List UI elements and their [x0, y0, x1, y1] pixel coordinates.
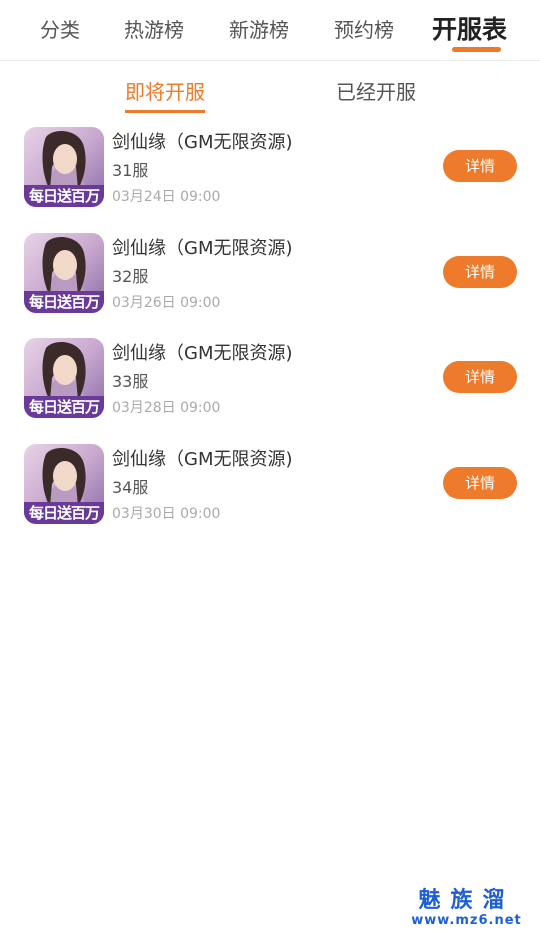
detail-button[interactable]: 详情 [443, 466, 517, 499]
game-name: 剑仙缘（GM无限资源) [112, 132, 293, 153]
game-icon-banner: 每日送百万 [28, 503, 100, 522]
game-icon-banner: 每日送百万 [28, 398, 100, 416]
game-icon-banner: 每日送百万 [28, 292, 100, 311]
open-time: 03月24日 09:00 [112, 189, 221, 205]
list-item[interactable]: 每日送百万 剑仙缘（GM无限资源) 31服 03月24日 09:00 详情 [0, 122, 540, 222]
tab-server-schedule-label: 开服表 [432, 15, 508, 44]
tab-server-schedule[interactable]: 开服表 [432, 10, 508, 52]
server-number: 33服 [112, 372, 149, 391]
game-name: 剑仙缘（GM无限资源) [112, 448, 293, 470]
tab-new-games[interactable]: 新游榜 [229, 14, 289, 43]
game-icon[interactable]: 每日送百万 [24, 338, 104, 418]
tab-reservation[interactable]: 预约榜 [334, 14, 394, 43]
watermark-logo: 魅族溜 [418, 888, 515, 913]
watermark-url: www.mz6.net [411, 913, 522, 928]
open-time: 03月30日 09:00 [112, 505, 221, 522]
active-subtab-indicator [125, 110, 205, 113]
game-icon[interactable]: 每日送百万 [24, 232, 104, 313]
game-name: 剑仙缘（GM无限资源) [112, 237, 293, 259]
game-name: 剑仙缘（GM无限资源) [112, 343, 293, 364]
game-icon-banner: 每日送百万 [28, 187, 100, 205]
server-number: 34服 [112, 477, 149, 497]
game-icon[interactable]: 每日送百万 [24, 443, 104, 524]
sub-tabs: 即将开服 已经开服 [0, 60, 540, 113]
tab-category[interactable]: 分类 [40, 14, 80, 43]
server-number: 31服 [112, 161, 149, 180]
open-time: 03月26日 09:00 [112, 294, 221, 311]
open-time: 03月28日 09:00 [112, 400, 221, 416]
list-item[interactable]: 每日送百万 剑仙缘（GM无限资源) 32服 03月26日 09:00 详情 [0, 228, 540, 328]
watermark: 魅族溜 www.mz6.net [404, 888, 529, 928]
subtab-upcoming[interactable]: 即将开服 [125, 76, 205, 113]
top-nav: 分类 热游榜 新游榜 预约榜 开服表 [0, 0, 540, 61]
detail-button[interactable]: 详情 [443, 361, 517, 393]
subtab-upcoming-label: 即将开服 [125, 80, 205, 104]
list-item[interactable]: 每日送百万 剑仙缘（GM无限资源) 33服 03月28日 09:00 详情 [0, 333, 540, 433]
server-number: 32服 [112, 266, 149, 286]
tab-hot-games[interactable]: 热游榜 [124, 14, 184, 43]
game-icon[interactable]: 每日送百万 [24, 127, 104, 207]
list-item[interactable]: 每日送百万 剑仙缘（GM无限资源) 34服 03月30日 09:00 详情 [0, 439, 540, 539]
active-tab-indicator [452, 47, 502, 52]
detail-button[interactable]: 详情 [443, 150, 517, 182]
subtab-opened[interactable]: 已经开服 [336, 76, 416, 105]
detail-button[interactable]: 详情 [443, 255, 517, 288]
